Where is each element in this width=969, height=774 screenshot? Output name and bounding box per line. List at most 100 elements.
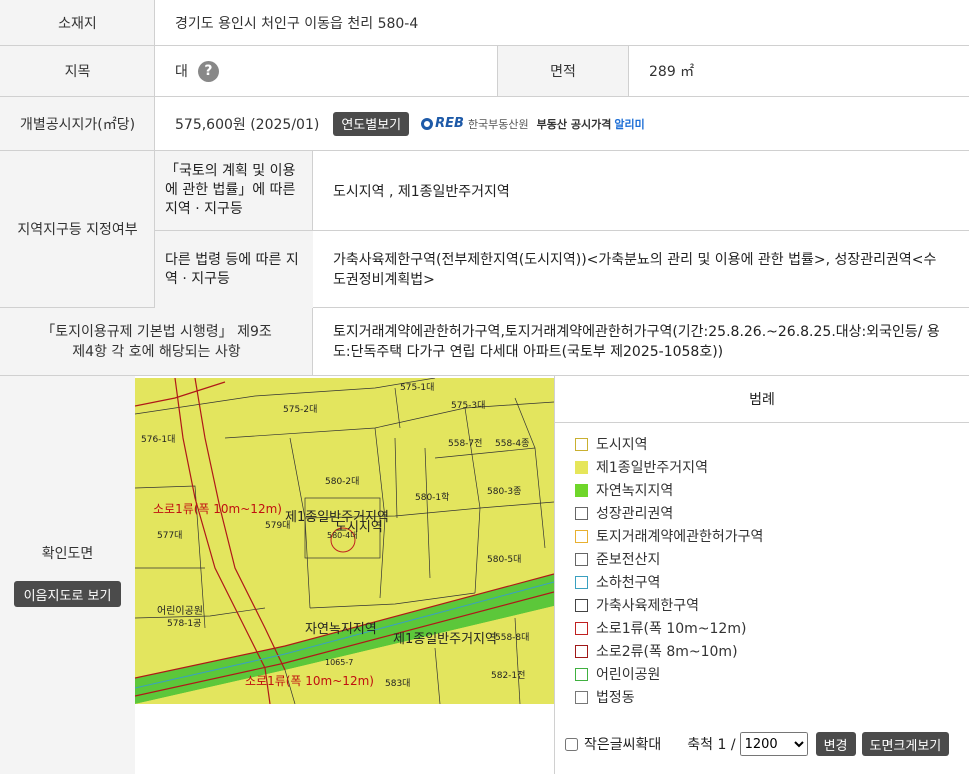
map-section-label: 확인도면 [41,546,94,562]
category-row: 지목 대 ? 면적 289 ㎡ [0,46,969,97]
map-label: 577대 [157,531,183,541]
zone-sub1-label: 「국토의 계획 및 이용에 관한 법률」에 따른 지역 · 지구등 [155,151,313,231]
legend-swatch [575,644,588,658]
area-label: 면적 [498,46,628,96]
land-use-map[interactable]: 575-2대 575-1대 575-3대 558-7전 558-4종 576-1… [135,378,554,704]
legend-swatch [575,506,588,520]
legend-label: 가축사육제한구역 [596,598,700,614]
reb-logo-service-b: 알리미 [614,117,645,131]
legend-label: 어린이공원 [596,667,661,683]
map-drawing [135,378,554,704]
legend-label: 준보전산지 [596,552,661,568]
legend-item: 성장관리권역 [575,503,673,523]
price-value: 575,600원 (2025/01) [175,116,320,133]
legend-swatch [575,598,588,612]
legend-swatch [575,437,588,451]
map-label: 580-1학 [415,493,450,503]
map-footer: 작은글씨확대 축척 1 / 1200 변경 도면크게보기 [555,726,969,762]
legend-item: 법정동 [575,687,635,707]
regulation-label: 「토지이용규제 기본법 시행령」 제9조 제4항 각 호에 해당되는 사항 [0,308,313,375]
category-value: 대 [175,64,188,80]
legend-item: 자연녹지지역 [575,480,673,500]
price-label: 개별공시지가(㎡당) [0,97,155,150]
map-label: 558-8대 [495,633,530,643]
map-label: 583대 [385,679,411,689]
map-label: 1065-7 [325,658,354,667]
reb-logo[interactable]: REB 한국부동산원 부동산 공시가격 알리미 [421,116,645,132]
map-label: 도시지역 [335,520,383,535]
legend-item: 소하천구역 [575,572,660,592]
map-section-label-cell: 확인도면 이음지도로 보기 [0,376,135,774]
legend-item: 제1종일반주거지역 [575,457,708,477]
map-label: 어린이공원 [157,606,203,617]
map-label: 소로1류(폭 10m~12m) [245,674,374,688]
legend-swatch [575,690,588,704]
eum-map-button[interactable]: 이음지도로 보기 [13,581,122,607]
map-label: 소로1류(폭 10m~12m) [153,502,282,516]
legend-swatch [575,529,588,543]
legend-swatch [575,483,588,497]
price-value-cell: 575,600원 (2025/01) 연도별보기 REB 한국부동산원 부동산 … [155,97,969,150]
legend-swatch [575,667,588,681]
legend-swatch [575,552,588,566]
legend-label: 소로1류(폭 10m~12m) [596,621,747,637]
map-label: 578-1공 [167,619,202,629]
yearly-view-button[interactable]: 연도별보기 [333,111,410,136]
legend-label: 성장관리권역 [596,506,674,522]
area-value: 289 ㎡ [649,64,695,80]
legend-item: 소로1류(폭 10m~12m) [575,618,746,638]
map-label: 575-3대 [451,401,486,411]
location-label: 소재지 [0,0,155,45]
legend-label: 제1종일반주거지역 [596,460,708,476]
map-label: 558-4종 [495,439,530,449]
map-label: 575-2대 [283,405,318,415]
location-value: 경기도 용인시 처인구 이동읍 천리 580-4 [175,15,419,32]
enlarge-text-label: 작은글씨확대 [584,737,662,753]
location-row: 소재지 경기도 용인시 처인구 이동읍 천리 580-4 [0,0,969,46]
legend-title: 범례 [555,376,969,423]
map-label: 제1종일반주거지역 [393,632,497,647]
legend-item: 소로2류(폭 8m~10m) [575,641,738,661]
map-row: 확인도면 이음지도로 보기 575-2대 575-1대 575-3대 558-7… [0,376,969,774]
reb-logo-text: REB [435,116,464,131]
zone-sub2-label: 다른 법령 등에 따른 지역 · 지구등 [155,231,313,308]
map-label: 558-7전 [448,439,483,449]
legend-item: 도시지역 [575,434,648,454]
legend-label: 소하천구역 [596,575,661,591]
map-label: 580-3종 [487,487,522,497]
zone-label: 지역지구등 지정여부 [0,151,155,307]
enlarge-text-checkbox[interactable] [565,737,578,751]
map-blank-area [135,704,554,774]
map-label: 582-1전 [491,671,526,681]
zone-sub2-value: 가축사육제한구역(전부제한지역(도시지역))<가축분뇨의 관리 및 이용에 관한… [333,251,937,288]
category-label: 지목 [0,46,155,96]
legend-item: 가축사육제한구역 [575,595,699,615]
map-label: 580-2대 [325,477,360,487]
scale-label: 축척 1 / [687,737,736,753]
map-label: 580-5대 [487,555,522,565]
scale-select[interactable]: 1200 [739,732,808,756]
map-label: 576-1대 [141,435,176,445]
regulation-value: 토지거래계약에관한허가구역,토지거래계약에관한허가구역(기간:25.8.26.~… [333,323,940,360]
reb-logo-org: 한국부동산원 [467,117,529,131]
enlarge-map-button[interactable]: 도면크게보기 [861,732,950,756]
legend-item: 준보전산지 [575,549,660,569]
map-label: 자연녹지지역 [305,622,377,637]
zone-sub1-value: 도시지역 , 제1종일반주거지역 [313,151,969,231]
legend-item: 어린이공원 [575,664,660,684]
legend-label: 도시지역 [596,437,648,453]
legend-swatch [575,621,588,635]
regulation-row: 「토지이용규제 기본법 시행령」 제9조 제4항 각 호에 해당되는 사항 토지… [0,308,969,376]
map-label: 575-1대 [400,383,435,393]
legend-label: 법정동 [596,690,635,706]
price-row: 개별공시지가(㎡당) 575,600원 (2025/01) 연도별보기 REB … [0,97,969,151]
reb-logo-icon [421,117,434,130]
legend-swatch [575,575,588,589]
legend-swatch [575,460,588,474]
legend-item: 토지거래계약에관한허가구역 [575,526,763,546]
change-scale-button[interactable]: 변경 [815,732,856,756]
category-value-cell: 대 ? [155,46,497,96]
legend-label: 자연녹지지역 [596,483,674,499]
question-icon[interactable]: ? [197,60,219,82]
legend-label: 토지거래계약에관한허가구역 [596,529,764,545]
